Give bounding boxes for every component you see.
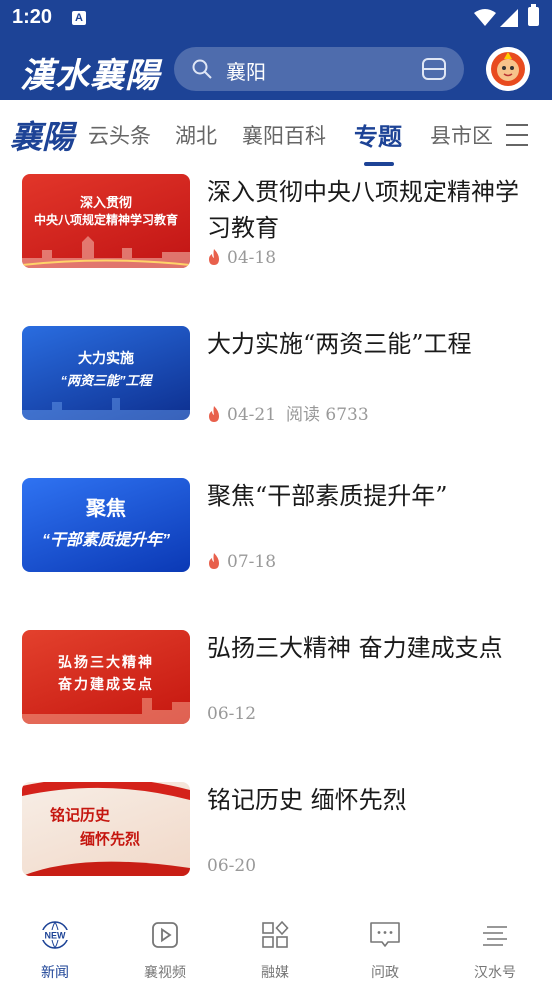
video-icon: [152, 922, 178, 948]
list-item[interactable]: 聚焦 “干部素质提升年” 聚焦“干部素质提升年” 07-18: [0, 478, 552, 628]
app-header: 1:20 A 漢水襄陽 襄阳: [0, 0, 552, 100]
nav-wenzheng[interactable]: 问政: [330, 920, 440, 982]
nav-label: 问政: [371, 964, 399, 980]
article-title[interactable]: 深入贯彻中央八项规定精神学习教育: [207, 174, 527, 246]
app-logo: 漢水襄陽: [20, 56, 160, 96]
tab-hubei[interactable]: 湖北: [175, 120, 217, 150]
search-bar[interactable]: 襄阳: [174, 47, 464, 91]
mascot-icon: [486, 47, 530, 91]
nav-label: 汉水号: [474, 964, 516, 980]
nav-media[interactable]: 融媒: [220, 920, 330, 982]
signal-icon: [500, 9, 518, 27]
article-thumbnail: 大力实施 “两资三能”工程: [22, 326, 190, 420]
thumb-text: 缅怀先烈: [80, 831, 141, 848]
active-tab-indicator: [364, 162, 394, 166]
search-icon: [192, 59, 212, 79]
accessibility-icon: A: [72, 11, 86, 25]
article-date: 06-12: [207, 704, 257, 724]
thumb-text: 大力实施: [78, 350, 134, 366]
chat-icon: [370, 922, 400, 947]
article-date: 04-21: [227, 405, 277, 425]
nav-label: 襄视频: [144, 964, 186, 980]
tab-xianshiqu[interactable]: 县市区: [430, 120, 493, 150]
article-thumbnail: 深入贯彻 中央八项规定精神学习教育: [22, 174, 190, 268]
user-avatar[interactable]: [486, 47, 530, 91]
article-date: 07-18: [227, 552, 277, 572]
skyline-graphic: [22, 698, 190, 724]
article-meta: 07-18: [207, 552, 276, 572]
tabs-brand-logo: 襄陽: [10, 118, 75, 156]
fire-icon: [209, 249, 219, 265]
tab-yuntoutiao[interactable]: 云头条: [88, 120, 151, 150]
skyline-graphic: [22, 398, 190, 420]
article-thumbnail: 聚焦 “干部素质提升年”: [22, 478, 190, 572]
search-input[interactable]: 襄阳: [226, 56, 266, 85]
article-thumbnail: 弘扬三大精神 奋力建成支点: [22, 630, 190, 724]
thumb-text: 弘扬三大精神: [58, 654, 154, 670]
grid-icon: [262, 920, 289, 948]
nav-video[interactable]: 襄视频: [110, 920, 220, 982]
article-date: 06-20: [207, 856, 257, 876]
thumb-text: 中央八项规定精神学习教育: [33, 213, 178, 227]
status-time: 1:20: [12, 6, 53, 28]
tab-xiangyang-baike[interactable]: 襄阳百科: [242, 120, 326, 150]
bottom-nav: NEW 新闻 襄视频 融媒 问政 汉水号: [0, 910, 552, 983]
article-meta: 06-20: [207, 856, 256, 876]
list-item[interactable]: 深入贯彻 中央八项规定精神学习教育 深入贯彻中央八项规定精神学习教育 04-18: [0, 174, 552, 324]
status-bar: 1:20 A: [0, 0, 552, 36]
fire-icon: [209, 553, 219, 569]
tab-zhuanti[interactable]: 专题: [354, 117, 402, 152]
nav-news[interactable]: NEW 新闻: [0, 920, 110, 982]
channel-tabs: 襄陽 云头条 湖北 襄阳百科 专题 县市区: [0, 100, 552, 168]
fire-icon: [209, 406, 219, 422]
menu-icon[interactable]: [506, 124, 528, 154]
nav-label: 新闻: [41, 964, 69, 980]
nav-hanshuihao[interactable]: 汉水号: [440, 920, 550, 982]
read-count: 阅读 6733: [286, 405, 369, 425]
scan-icon[interactable]: [422, 58, 446, 80]
list-item[interactable]: 弘扬三大精神 奋力建成支点 弘扬三大精神 奋力建成支点 06-12: [0, 630, 552, 780]
article-title[interactable]: 大力实施“两资三能”工程: [207, 326, 527, 362]
news-icon: NEW: [41, 921, 69, 949]
battery-icon: [528, 4, 539, 26]
article-title[interactable]: 聚焦“干部素质提升年”: [207, 478, 527, 514]
skyline-graphic: [22, 236, 190, 268]
nav-label: 融媒: [261, 964, 289, 980]
article-thumbnail: 铭记历史 缅怀先烈: [22, 782, 190, 876]
thumb-text: “干部素质提升年”: [41, 532, 170, 549]
article-meta: 04-18: [207, 248, 276, 268]
lines-icon: [483, 926, 507, 946]
thumb-text: 聚焦: [86, 498, 126, 520]
svg-text:NEW: NEW: [45, 931, 67, 941]
article-title[interactable]: 铭记历史 缅怀先烈: [207, 782, 527, 818]
thumb-text: “两资三能”工程: [60, 373, 152, 388]
article-title[interactable]: 弘扬三大精神 奋力建成支点: [207, 630, 527, 666]
wifi-icon: [474, 9, 496, 26]
article-meta: 06-12: [207, 704, 256, 724]
article-date: 04-18: [227, 248, 277, 268]
list-item[interactable]: 大力实施 “两资三能”工程 大力实施“两资三能”工程 04-21 阅读 6733: [0, 326, 552, 476]
thumb-text: 深入贯彻: [79, 195, 132, 210]
thumb-text: 铭记历史: [50, 807, 111, 824]
article-meta: 04-21 阅读 6733: [207, 400, 369, 425]
